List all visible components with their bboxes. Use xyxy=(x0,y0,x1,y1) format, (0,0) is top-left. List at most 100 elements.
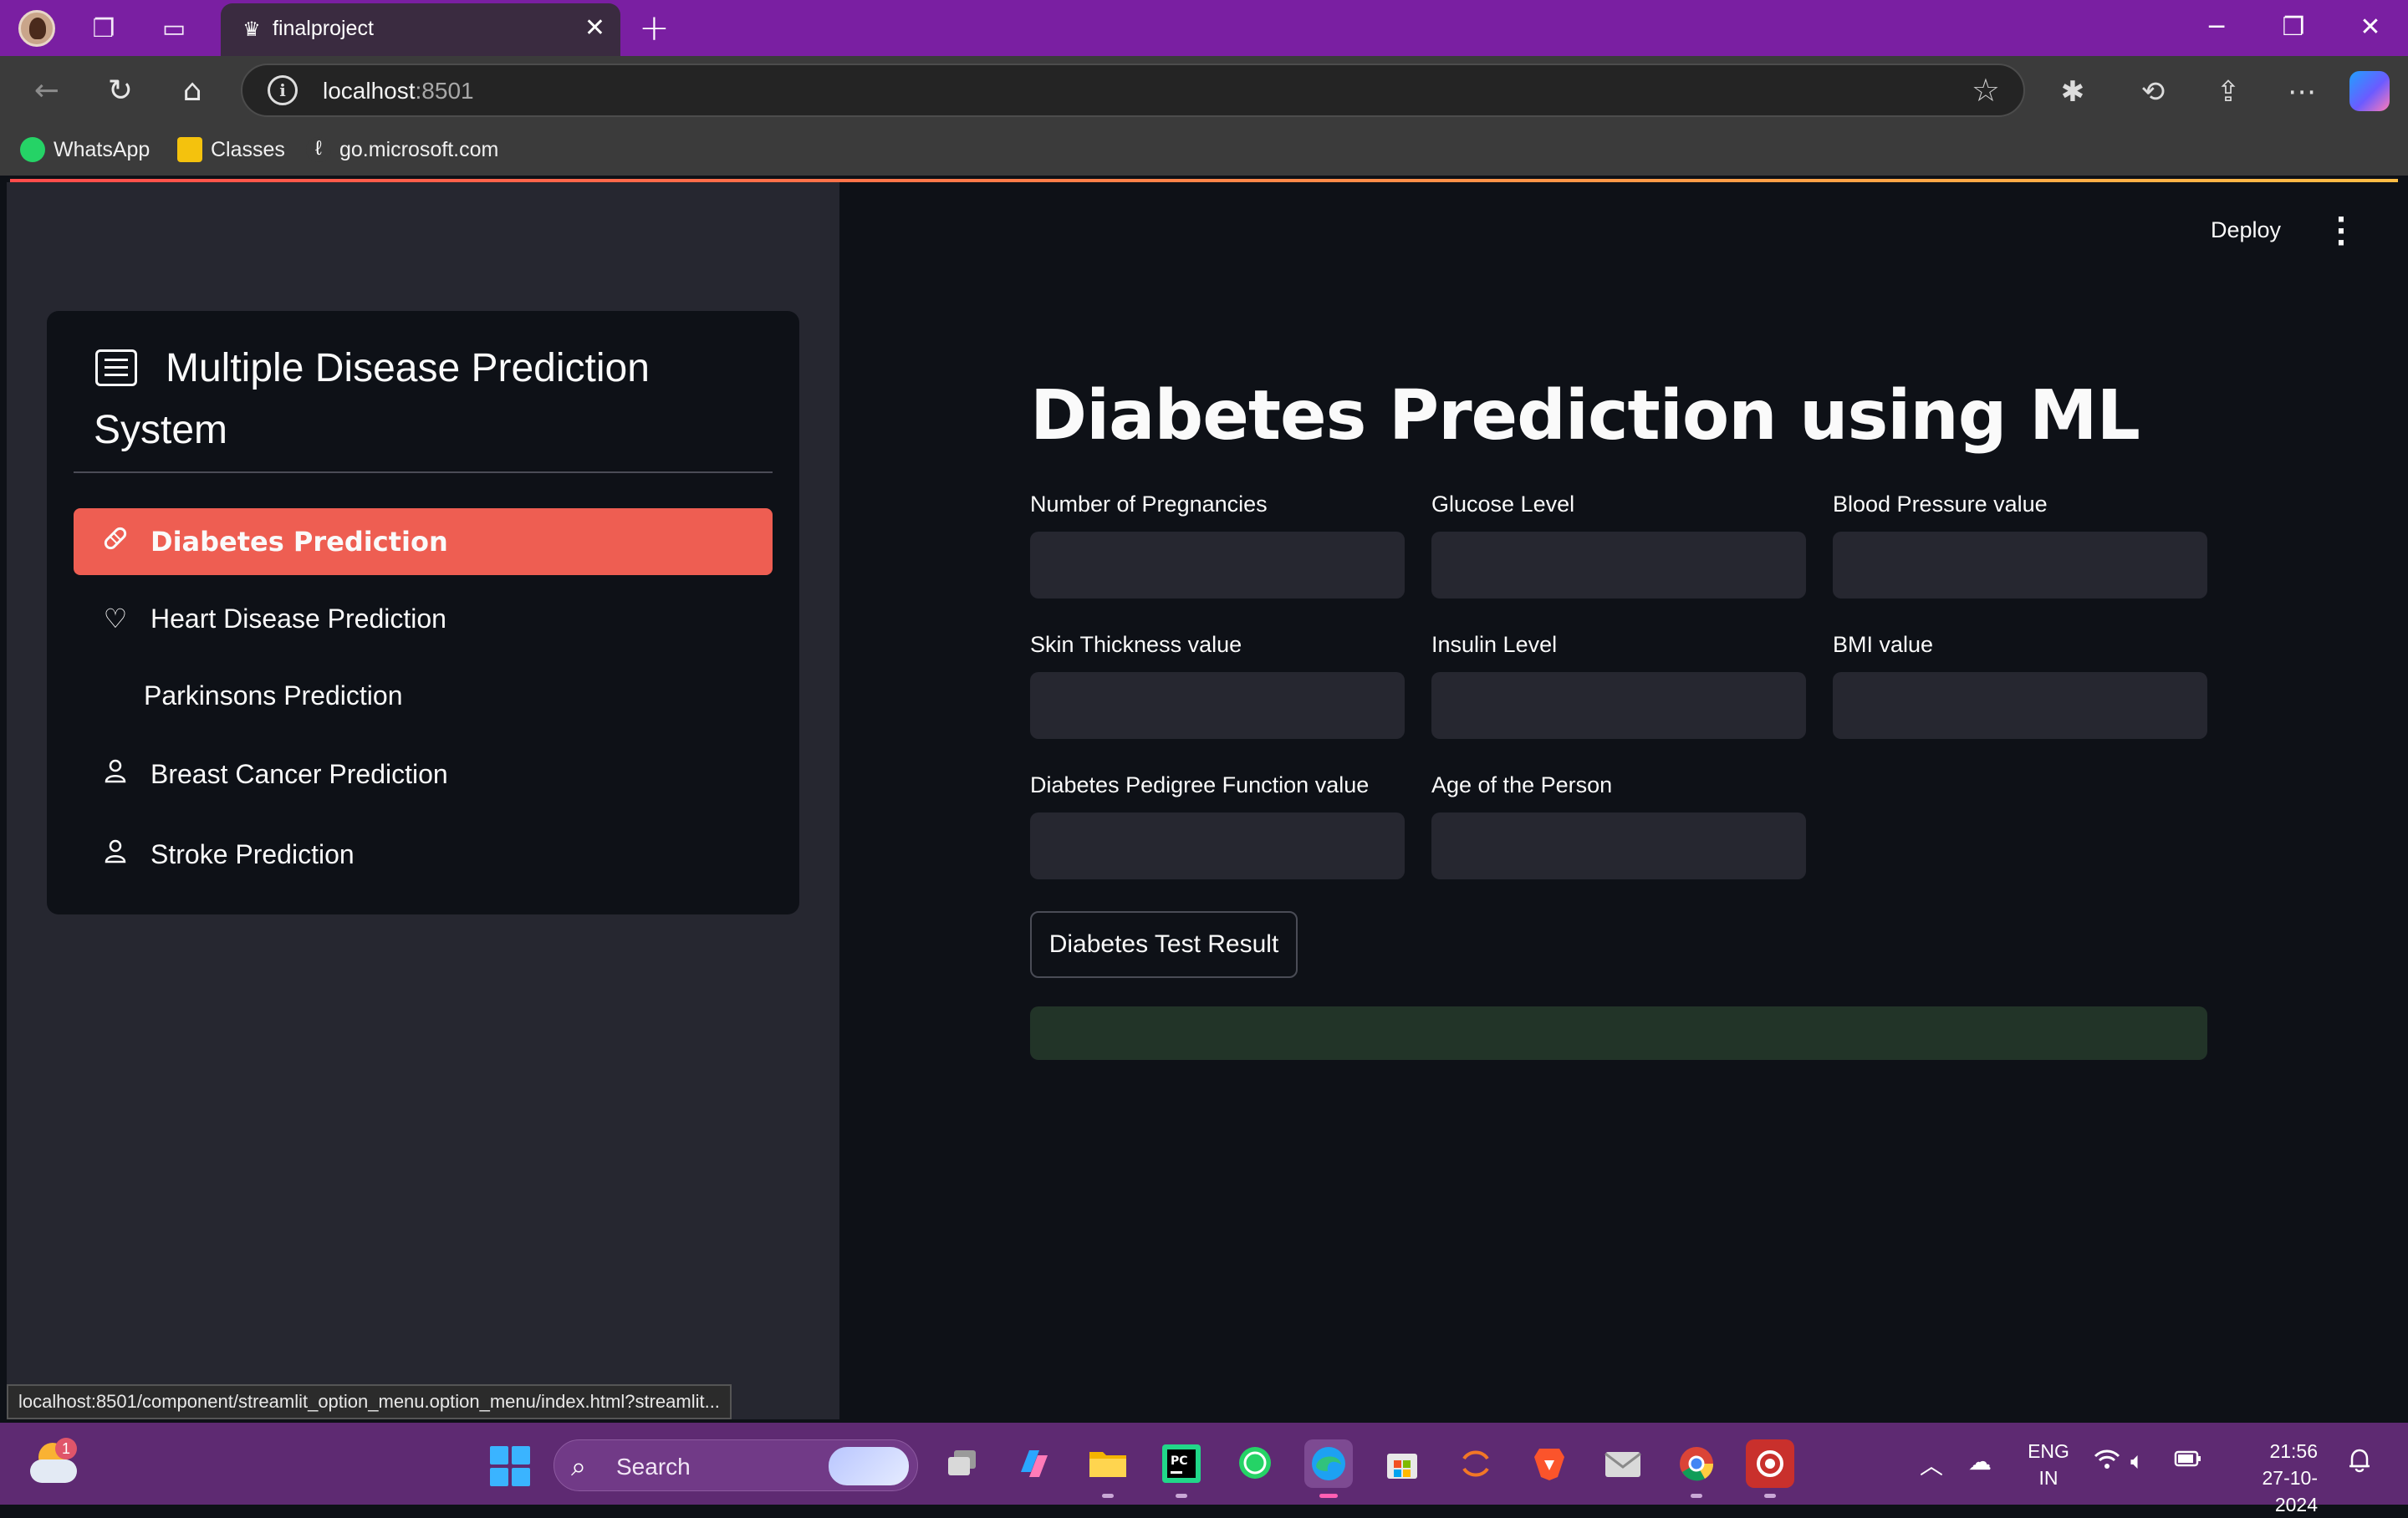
chrome-icon[interactable] xyxy=(1672,1439,1721,1498)
svg-text:PC: PC xyxy=(1171,1454,1188,1468)
option-menu: Multiple Disease Prediction System Diabe… xyxy=(47,311,799,914)
task-view-icon[interactable] xyxy=(938,1439,987,1488)
person-icon xyxy=(99,838,132,870)
bookmark-go-microsoft[interactable]: ℓ go.microsoft.com xyxy=(306,137,498,162)
field-label: Skin Thickness value xyxy=(1030,632,1242,657)
refresh-button[interactable]: ↻ xyxy=(100,71,140,111)
onedrive-cloud-icon[interactable]: ☁ xyxy=(1968,1448,1992,1475)
start-button[interactable] xyxy=(490,1446,530,1486)
field-label: Number of Pregnancies xyxy=(1030,492,1268,517)
classes-icon xyxy=(177,137,202,162)
notification-bell-icon[interactable] xyxy=(2348,1448,2371,1480)
copilot-icon[interactable] xyxy=(2349,71,2390,111)
back-button[interactable]: ← xyxy=(27,71,67,111)
glucose-input[interactable] xyxy=(1431,532,1806,599)
bookmarks-bar: WhatsApp Classes ℓ go.microsoft.com xyxy=(0,125,2408,176)
system-clock[interactable]: 21:56 27-10-2024 xyxy=(2224,1438,2318,1518)
language-indicator[interactable]: ENG IN xyxy=(2025,1438,2072,1491)
insulin-input[interactable] xyxy=(1431,672,1806,739)
share-icon[interactable]: ⇪ xyxy=(2209,73,2247,111)
notification-badge: 1 xyxy=(55,1438,77,1459)
clock-date: 27-10-2024 xyxy=(2262,1467,2318,1515)
browser-titlebar: ❐ ▭ ♛ finalproject ✕ + ─ ❐ ✕ xyxy=(0,0,2408,56)
taskbar-search[interactable]: ⌕ Search xyxy=(554,1439,918,1491)
address-bar[interactable]: i localhost:8501 ☆ xyxy=(241,64,2025,117)
go-link-icon: ℓ xyxy=(306,137,331,162)
bookmark-whatsapp[interactable]: WhatsApp xyxy=(20,137,150,162)
skin-thickness-input[interactable] xyxy=(1030,672,1405,739)
main-menu-icon[interactable]: · · · xyxy=(2333,206,2349,257)
blood-pressure-input[interactable] xyxy=(1833,532,2207,599)
bmi-input[interactable] xyxy=(1833,672,2207,739)
menu-item-heart-disease-prediction[interactable]: ♡ Heart Disease Prediction xyxy=(74,585,773,652)
browser-toolbar: ← ↻ ⌂ i localhost:8501 ☆ ✱ ⟲ ⇪ ⋯ xyxy=(0,56,2408,125)
pycharm-icon[interactable]: PC xyxy=(1157,1439,1206,1498)
close-tab-icon[interactable]: ✕ xyxy=(584,13,605,43)
close-window-button[interactable]: ✕ xyxy=(2341,8,2400,47)
clock-time: 21:56 xyxy=(2269,1440,2318,1462)
new-tab-button[interactable]: + xyxy=(639,7,670,49)
menu-item-label: Breast Cancer Prediction xyxy=(150,758,448,789)
wifi-icon[interactable] xyxy=(2094,1448,2120,1477)
more-options-icon[interactable]: ⋯ xyxy=(2283,73,2321,111)
whatsapp-icon xyxy=(20,137,45,162)
pedigree-input[interactable] xyxy=(1030,812,1405,879)
show-hidden-icons-chevron[interactable]: ︿ xyxy=(1920,1448,1943,1481)
field-label: Blood Pressure value xyxy=(1833,492,2048,517)
diabetes-test-result-button[interactable]: Diabetes Test Result xyxy=(1030,911,1298,978)
menu-item-diabetes-prediction[interactable]: Diabetes Prediction xyxy=(74,508,773,575)
field-label: Diabetes Pedigree Function value xyxy=(1030,772,1370,797)
whatsapp-app-icon[interactable] xyxy=(1231,1439,1279,1488)
battery-icon[interactable] xyxy=(2174,1448,2202,1475)
volume-icon[interactable]: 🔈︎ xyxy=(2130,1448,2145,1475)
sidebar: Multiple Disease Prediction System Diabe… xyxy=(7,182,839,1419)
site-info-icon[interactable]: i xyxy=(268,75,298,105)
result-success-box xyxy=(1030,1006,2207,1060)
workspaces-icon[interactable]: ❐ xyxy=(87,12,120,45)
main-content: Deploy · · · Diabetes Prediction using ML … xyxy=(839,182,2401,1419)
pregnancies-input[interactable] xyxy=(1030,532,1405,599)
search-label: Search xyxy=(616,1454,691,1480)
restore-button[interactable]: ❐ xyxy=(2264,8,2323,47)
bookmark-classes[interactable]: Classes xyxy=(177,137,285,162)
link-status-bar: localhost:8501/component/streamlit_optio… xyxy=(7,1384,732,1419)
search-highlight-image xyxy=(829,1447,909,1485)
menu-item-label: Heart Disease Prediction xyxy=(150,603,446,634)
history-icon[interactable]: ⟲ xyxy=(2134,73,2172,111)
home-button[interactable]: ⌂ xyxy=(172,71,212,111)
field-label: Insulin Level xyxy=(1431,632,1558,657)
field-pedigree: Diabetes Pedigree Function value xyxy=(1030,772,1405,879)
jupyter-icon[interactable] xyxy=(1451,1439,1500,1488)
weather-widget[interactable]: 1 xyxy=(30,1438,77,1488)
field-pregnancies: Number of Pregnancies xyxy=(1030,492,1405,599)
tab-finalproject[interactable]: ♛ finalproject ✕ xyxy=(221,3,620,56)
deploy-button[interactable]: Deploy xyxy=(2211,217,2281,243)
copilot-app-icon[interactable] xyxy=(1010,1439,1059,1488)
microsoft-store-icon[interactable] xyxy=(1378,1439,1426,1488)
field-blood-pressure: Blood Pressure value xyxy=(1833,492,2207,599)
edge-browser-icon[interactable] xyxy=(1304,1439,1353,1498)
person-icon xyxy=(99,758,132,790)
minimize-button[interactable]: ─ xyxy=(2187,8,2246,47)
profile-avatar[interactable] xyxy=(18,10,55,47)
age-input[interactable] xyxy=(1431,812,1806,879)
brave-browser-icon[interactable] xyxy=(1525,1439,1574,1488)
screen-recorder-icon[interactable] xyxy=(1746,1439,1794,1498)
extensions-icon[interactable]: ✱ xyxy=(2053,73,2092,111)
menu-title: Multiple Disease Prediction System xyxy=(94,346,650,452)
vertical-tabs-icon[interactable]: ▭ xyxy=(157,12,191,45)
search-icon: ⌕ xyxy=(571,1450,586,1482)
windows-taskbar: 1 ⌕ Search PC ︿ ☁ ENG IN 🔈︎ 21:56 27-10-… xyxy=(0,1423,2408,1515)
file-explorer-icon[interactable] xyxy=(1084,1439,1132,1498)
address-text: localhost:8501 xyxy=(323,78,474,104)
field-label: BMI value xyxy=(1833,632,1934,657)
menu-item-label: Diabetes Prediction xyxy=(150,526,448,558)
field-age: Age of the Person xyxy=(1431,772,1806,879)
menu-item-label: Stroke Prediction xyxy=(150,838,355,869)
streamlit-crown-icon: ♛ xyxy=(242,18,261,41)
mail-icon[interactable] xyxy=(1599,1439,1647,1488)
menu-item-stroke-prediction[interactable]: Stroke Prediction xyxy=(74,821,773,888)
favorite-star-icon[interactable]: ☆ xyxy=(1972,72,2000,109)
menu-item-parkinsons-prediction[interactable]: Parkinsons Prediction xyxy=(74,662,773,729)
menu-item-breast-cancer-prediction[interactable]: Breast Cancer Prediction xyxy=(74,741,773,807)
